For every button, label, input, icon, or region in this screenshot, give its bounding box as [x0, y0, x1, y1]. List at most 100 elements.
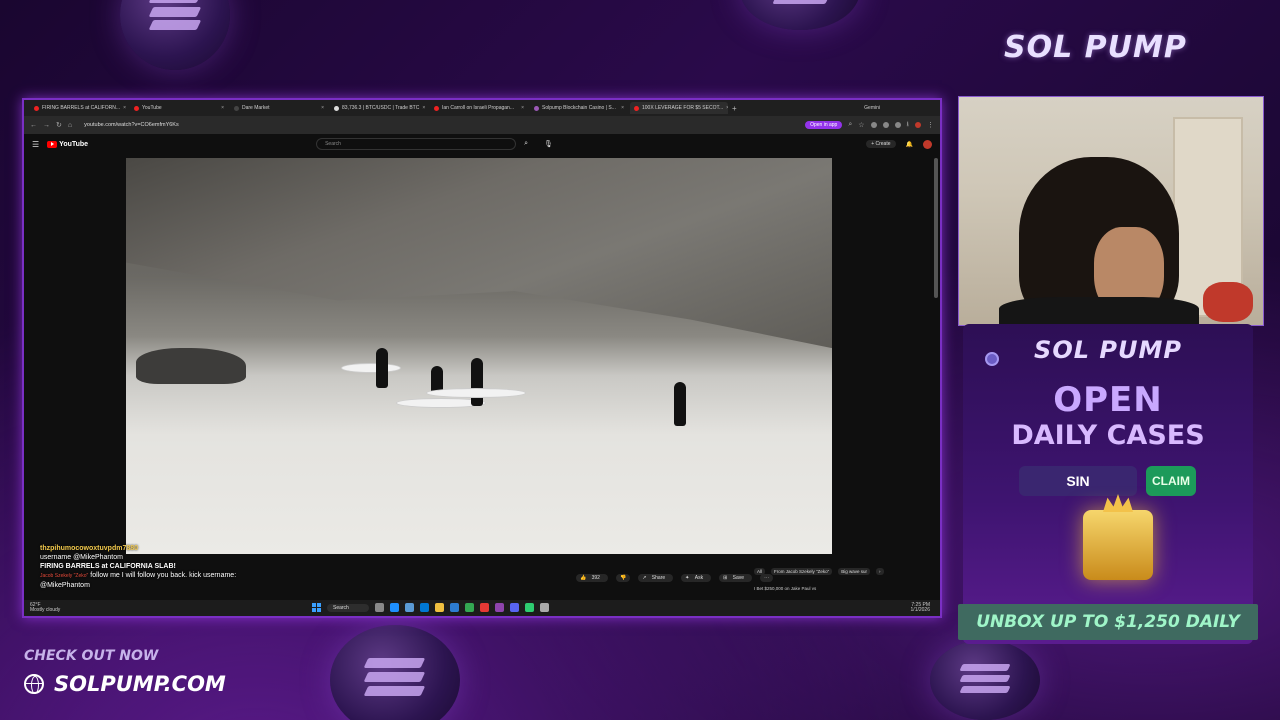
tab-solpump[interactable]: Solpump Blockchain Casino | S... ×	[530, 102, 628, 114]
extension-icon[interactable]	[882, 122, 889, 128]
surfer-figure	[376, 348, 388, 388]
close-icon[interactable]: ×	[621, 105, 624, 111]
bookmark-star-icon[interactable]: ☆	[858, 121, 864, 129]
tab-dare-market[interactable]: Dare Market ×	[230, 102, 328, 114]
hamburger-menu-icon[interactable]: ☰	[32, 140, 39, 149]
tab-ian-carroll[interactable]: Ian Carroll on Israeli Propagan... ×	[430, 102, 528, 114]
tab-youtube[interactable]: YouTube ×	[130, 102, 228, 114]
chevron-right-icon[interactable]: ›	[876, 568, 884, 575]
back-icon[interactable]: ←	[30, 122, 37, 129]
save-button[interactable]: ⊞ Save	[719, 574, 753, 582]
download-icon[interactable]: ⭳	[907, 120, 909, 131]
chat-line: username @MikePhantom	[40, 554, 123, 561]
trade-favicon-icon	[334, 105, 339, 111]
youtube-play-icon	[47, 140, 58, 148]
surfer-figure	[471, 358, 483, 406]
site-text: SOLPUMP.COM	[54, 672, 226, 696]
webcam-feed	[958, 96, 1264, 326]
globe-icon	[24, 674, 44, 694]
chip-from-channel[interactable]: From Jacob Szekely "Zeko"	[771, 568, 833, 575]
windows-start-icon[interactable]	[312, 603, 321, 612]
close-icon[interactable]: ×	[123, 105, 126, 111]
discord-icon[interactable]	[509, 603, 519, 612]
create-button[interactable]: + Create	[866, 140, 896, 148]
solpump-main-logo: SOL PUMP	[1004, 30, 1187, 65]
like-button[interactable]: 👍 392	[576, 574, 608, 582]
youtube-favicon-icon	[434, 105, 439, 111]
tab-btc-trade[interactable]: 83,736.3 | BTC/USDC | Trade BTC ×	[330, 102, 428, 114]
folder-icon[interactable]	[434, 603, 444, 612]
close-icon[interactable]: ×	[422, 105, 425, 111]
obs-icon[interactable]	[494, 603, 504, 612]
close-icon[interactable]: ×	[521, 105, 524, 111]
video-title: FIRING BARRELS at CALIFORNIA SLAB!	[40, 563, 176, 570]
surfer-figure	[674, 382, 686, 426]
youtube-logo-text: YouTube	[59, 140, 89, 148]
youtube-favicon-icon	[634, 105, 639, 111]
related-chips: All From Jacob Szekely "Zeko" Big wave s…	[754, 568, 884, 575]
more-icon[interactable]: ⋯	[760, 574, 774, 582]
open-in-app-button[interactable]: Open in app	[805, 121, 843, 129]
channel-name: Jacob Szekely "Zeko"	[40, 573, 89, 579]
url-field[interactable]: youtube.com/watch?v=CO6emfmY6Ks	[78, 122, 799, 128]
close-icon[interactable]: ×	[221, 105, 224, 111]
menu-kebab-icon[interactable]: ⋮	[927, 121, 934, 129]
youtube-favicon-icon	[134, 105, 139, 111]
chip-all[interactable]: All	[754, 568, 766, 575]
youtube-search-input[interactable]: Search	[316, 138, 517, 150]
promo-daily-cases: DAILY CASES	[1011, 420, 1205, 451]
solana-coin-decoration	[930, 640, 1040, 720]
extension-icon[interactable]	[894, 122, 901, 128]
tab-label: Dare Market	[242, 105, 270, 111]
app-icon[interactable]	[524, 603, 534, 612]
task-view-icon[interactable]	[374, 603, 384, 612]
related-video-title[interactable]: I Bet $250,000 on Jake Paul vs	[754, 586, 816, 591]
home-icon[interactable]: ⌂	[68, 122, 72, 129]
store-icon[interactable]	[404, 603, 414, 612]
notifications-bell-icon[interactable]: 🔔	[906, 141, 913, 148]
treasure-chest-icon	[1083, 510, 1153, 580]
reload-icon[interactable]: ↻	[56, 121, 62, 129]
taskbar-search[interactable]: Search	[327, 603, 369, 612]
mail-icon[interactable]	[419, 603, 429, 612]
weather-widget[interactable]: 62°F Mostly cloudy	[30, 603, 60, 613]
avatar[interactable]	[923, 139, 932, 149]
close-icon[interactable]: ×	[726, 105, 728, 111]
tab-label: FIRING BARRELS at CALIFORN...	[42, 105, 121, 111]
app-icon[interactable]	[539, 603, 549, 612]
chip-big-wave[interactable]: Big wave sur	[838, 568, 870, 575]
app-icon[interactable]	[479, 603, 489, 612]
gemini-button[interactable]: Gemini	[864, 105, 940, 111]
scrollbar[interactable]	[934, 158, 938, 298]
solpump-favicon-icon	[534, 105, 539, 111]
new-tab-icon[interactable]: +	[732, 104, 737, 113]
cliff-background	[126, 158, 832, 349]
extension-icon[interactable]	[870, 122, 877, 128]
promo-card: SOL PUMP OPEN DAILY CASES SIN CLAIM UNBO…	[958, 324, 1258, 644]
chat-line: @MikePhantom	[40, 582, 90, 589]
tab-leverage[interactable]: 100X LEVERAGE FOR $5 SECOT...×	[630, 102, 728, 114]
chrome-icon[interactable]	[464, 603, 474, 612]
claim-button: CLAIM	[1146, 466, 1196, 496]
chat-line: Jacob Szekely "Zeko" follow me I will fo…	[40, 571, 236, 581]
microphone-icon[interactable]: 🎙	[544, 140, 553, 148]
youtube-logo[interactable]: YouTube	[47, 140, 89, 148]
tab-firing-barrels[interactable]: FIRING BARRELS at CALIFORN... ×	[30, 102, 128, 114]
forward-icon[interactable]: →	[43, 122, 50, 129]
close-icon[interactable]: ×	[321, 105, 324, 111]
ask-label: Ask	[690, 574, 708, 582]
share-button[interactable]: ↗ Share	[638, 574, 674, 582]
vscode-icon[interactable]	[449, 603, 459, 612]
solana-coin-decoration	[740, 0, 860, 30]
edge-icon[interactable]	[389, 603, 399, 612]
taskbar-clock[interactable]: 7:25 PM 1/1/2026	[911, 603, 934, 613]
clock-date: 1/1/2026	[910, 607, 930, 613]
search-icon[interactable]: ⌕	[524, 140, 528, 148]
address-bar: ← → ↻ ⌂ youtube.com/watch?v=CO6emfmY6Ks …	[24, 116, 940, 134]
ask-button[interactable]: ✦ Ask	[681, 574, 712, 582]
zoom-icon[interactable]: ⌕	[848, 121, 852, 129]
dislike-button[interactable]: 👎	[615, 574, 631, 582]
video-player[interactable]	[126, 158, 832, 554]
profile-avatar-icon[interactable]	[915, 122, 921, 128]
promo-open-text: OPEN	[1053, 380, 1163, 420]
